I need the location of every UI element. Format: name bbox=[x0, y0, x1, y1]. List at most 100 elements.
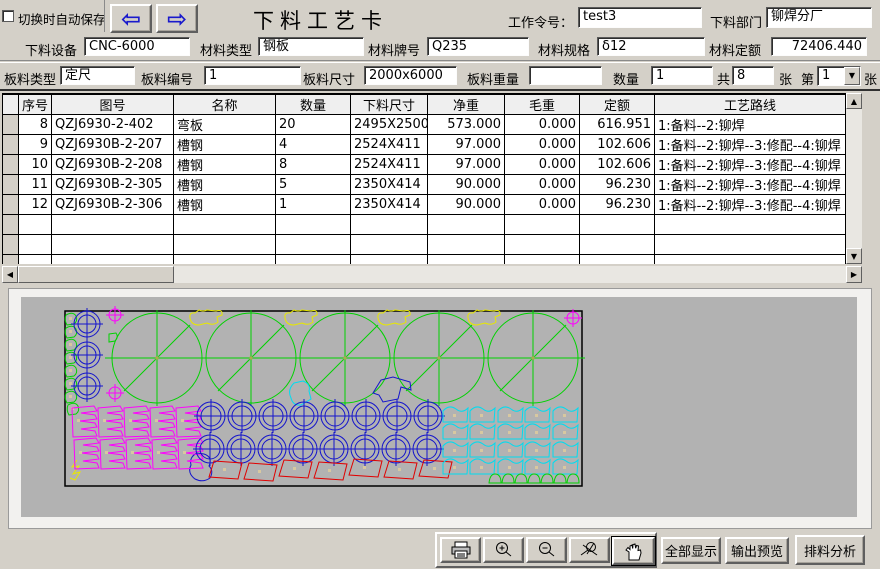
chevron-down-icon: ▼ bbox=[849, 68, 855, 84]
total-sheets-input[interactable]: 8 bbox=[732, 66, 774, 85]
department-input[interactable]: 铆焊分厂 bbox=[766, 7, 872, 28]
hscroll-thumb[interactable] bbox=[18, 266, 174, 283]
nesting-preview-panel bbox=[8, 288, 872, 529]
autosave-label: 切换时自动保存 bbox=[18, 9, 106, 28]
prev-record-button[interactable]: ⇦ bbox=[110, 4, 152, 33]
col-quota[interactable]: 定额 bbox=[580, 95, 655, 115]
pan-hand-icon bbox=[623, 542, 645, 561]
parts-table: 序号 图号 名称 数量 下料尺寸 净重 毛重 定额 工艺路线 8 QZJ6930… bbox=[2, 94, 846, 264]
current-sheet-label: 第 bbox=[801, 69, 814, 88]
total-sheets-label: 共 bbox=[717, 69, 730, 88]
arrow-right-small-icon: ▶ bbox=[851, 270, 857, 279]
output-preview-button[interactable]: 输出预览 bbox=[725, 537, 789, 564]
nesting-preview-svg[interactable] bbox=[21, 297, 857, 517]
table-row[interactable]: 10 QZJ6930B-2-208 槽钢 8 2524X411 97.000 0… bbox=[3, 155, 846, 175]
arrow-up-icon: ▲ bbox=[851, 97, 857, 106]
parts-table-container: 序号 图号 名称 数量 下料尺寸 净重 毛重 定额 工艺路线 8 QZJ6930… bbox=[2, 93, 846, 264]
plate-weight-input[interactable] bbox=[529, 66, 602, 85]
plate-type-input[interactable]: 定尺 bbox=[60, 66, 135, 85]
col-drawing-no[interactable]: 图号 bbox=[52, 95, 174, 115]
table-row[interactable]: 12 QZJ6930B-2-306 槽钢 1 2350X414 90.000 0… bbox=[3, 195, 846, 215]
hscroll-track[interactable] bbox=[174, 266, 846, 283]
current-sheet-unit: 张 bbox=[864, 69, 877, 88]
nesting-canvas[interactable] bbox=[21, 297, 857, 517]
col-gross-weight[interactable]: 毛重 bbox=[505, 95, 580, 115]
plate-no-label: 板料编号 bbox=[141, 69, 193, 88]
material-quota-label: 材料定额 bbox=[709, 40, 761, 59]
col-qty[interactable]: 数量 bbox=[276, 95, 351, 115]
device-label: 下料设备 bbox=[25, 40, 77, 59]
table-hscrollbar[interactable]: ◀ ▶ bbox=[2, 266, 862, 283]
plate-weight-label: 板料重量 bbox=[467, 69, 519, 88]
material-grade-input[interactable]: Q235 bbox=[427, 37, 529, 56]
material-quota-input[interactable]: 72406.440 bbox=[771, 37, 867, 56]
cyan-tile-grid-parts bbox=[443, 407, 578, 474]
table-empty-row[interactable] bbox=[3, 215, 846, 235]
scroll-down-button[interactable]: ▼ bbox=[846, 248, 862, 264]
autosave-checkbox[interactable] bbox=[2, 10, 14, 22]
print-button[interactable] bbox=[440, 537, 481, 563]
plate-no-input[interactable]: 1 bbox=[204, 66, 301, 85]
col-name[interactable]: 名称 bbox=[174, 95, 276, 115]
nesting-analysis-button[interactable]: 排料分析 bbox=[795, 535, 865, 565]
blue-circle-grid-parts bbox=[193, 399, 445, 466]
cutting-process-card-window: { "window": { "title": "下料工艺卡" }, "heade… bbox=[0, 0, 880, 569]
zoom-window-icon bbox=[579, 541, 601, 559]
material-grade-label: 材料牌号 bbox=[368, 40, 420, 59]
col-size[interactable]: 下料尺寸 bbox=[351, 95, 428, 115]
left-green-scallop-parts bbox=[65, 313, 117, 415]
combo-dropdown-button[interactable]: ▼ bbox=[844, 67, 860, 85]
work-order-label: 工作令号： bbox=[508, 12, 573, 31]
separator-dark bbox=[0, 89, 880, 91]
zoom-in-button[interactable] bbox=[483, 537, 524, 563]
zoom-window-button[interactable] bbox=[569, 537, 610, 563]
blue-wavy-part bbox=[373, 377, 411, 402]
material-spec-label: 材料规格 bbox=[538, 40, 590, 59]
table-row[interactable]: 11 QZJ6930B-2-305 槽钢 5 2350X414 90.000 0… bbox=[3, 175, 846, 195]
current-sheet-combo[interactable]: 1 ▼ bbox=[817, 66, 861, 86]
arrow-right-icon: ⇨ bbox=[167, 7, 187, 31]
large-circle-parts bbox=[105, 310, 585, 406]
cyan-blob-part bbox=[290, 381, 311, 405]
scroll-right-button[interactable]: ▶ bbox=[846, 266, 862, 283]
current-sheet-value: 1 bbox=[818, 67, 844, 85]
qty-input[interactable]: 1 bbox=[651, 66, 713, 85]
table-row[interactable]: 9 QZJ6930B-2-207 槽钢 4 2524X411 97.000 0.… bbox=[3, 135, 846, 155]
col-net-weight[interactable]: 净重 bbox=[428, 95, 505, 115]
plate-size-input[interactable]: 2000x6000 bbox=[364, 66, 457, 85]
table-vscrollbar[interactable]: ▲ ▼ bbox=[846, 93, 862, 264]
table-empty-row[interactable] bbox=[3, 235, 846, 255]
scroll-up-button[interactable]: ▲ bbox=[846, 93, 862, 109]
magenta-crosshair-parts bbox=[106, 306, 582, 402]
qty-label: 数量 bbox=[613, 69, 639, 88]
table-row[interactable]: 8 QZJ6930-2-402 弯板 20 2495X2500 573.000 … bbox=[3, 115, 846, 135]
material-type-label: 材料类型 bbox=[200, 40, 252, 59]
scroll-left-button[interactable]: ◀ bbox=[2, 266, 18, 283]
arrow-down-icon: ▼ bbox=[851, 252, 857, 261]
view-toolbar bbox=[435, 532, 657, 568]
zoom-out-icon bbox=[536, 541, 558, 559]
department-label: 下料部门 bbox=[710, 12, 762, 31]
green-bump-parts bbox=[489, 474, 579, 483]
table-empty-row[interactable] bbox=[3, 255, 846, 265]
table-header-row: 序号 图号 名称 数量 下料尺寸 净重 毛重 定额 工艺路线 bbox=[3, 95, 846, 115]
material-spec-input[interactable]: δ12 bbox=[597, 37, 705, 56]
zoom-out-button[interactable] bbox=[526, 537, 567, 563]
print-icon bbox=[450, 541, 472, 559]
arrow-left-icon: ⇦ bbox=[121, 7, 141, 31]
material-type-input[interactable]: 钢板 bbox=[258, 37, 364, 56]
page-title: 下料工艺卡 bbox=[253, 5, 388, 35]
plate-size-label: 板料尺寸 bbox=[303, 69, 355, 88]
plate-type-label: 板料类型 bbox=[4, 69, 56, 88]
device-input[interactable]: CNC-6000 bbox=[84, 37, 190, 56]
show-all-button[interactable]: 全部显示 bbox=[661, 537, 721, 564]
vscroll-track[interactable] bbox=[846, 109, 862, 248]
zoom-in-icon bbox=[493, 541, 515, 559]
col-route[interactable]: 工艺路线 bbox=[655, 95, 846, 115]
col-seq[interactable]: 序号 bbox=[19, 95, 52, 115]
header-divider bbox=[104, 0, 105, 32]
work-order-input[interactable]: test3 bbox=[578, 7, 702, 28]
next-record-button[interactable]: ⇨ bbox=[156, 4, 198, 33]
arrow-left-small-icon: ◀ bbox=[7, 270, 13, 279]
pan-button[interactable] bbox=[612, 537, 655, 565]
